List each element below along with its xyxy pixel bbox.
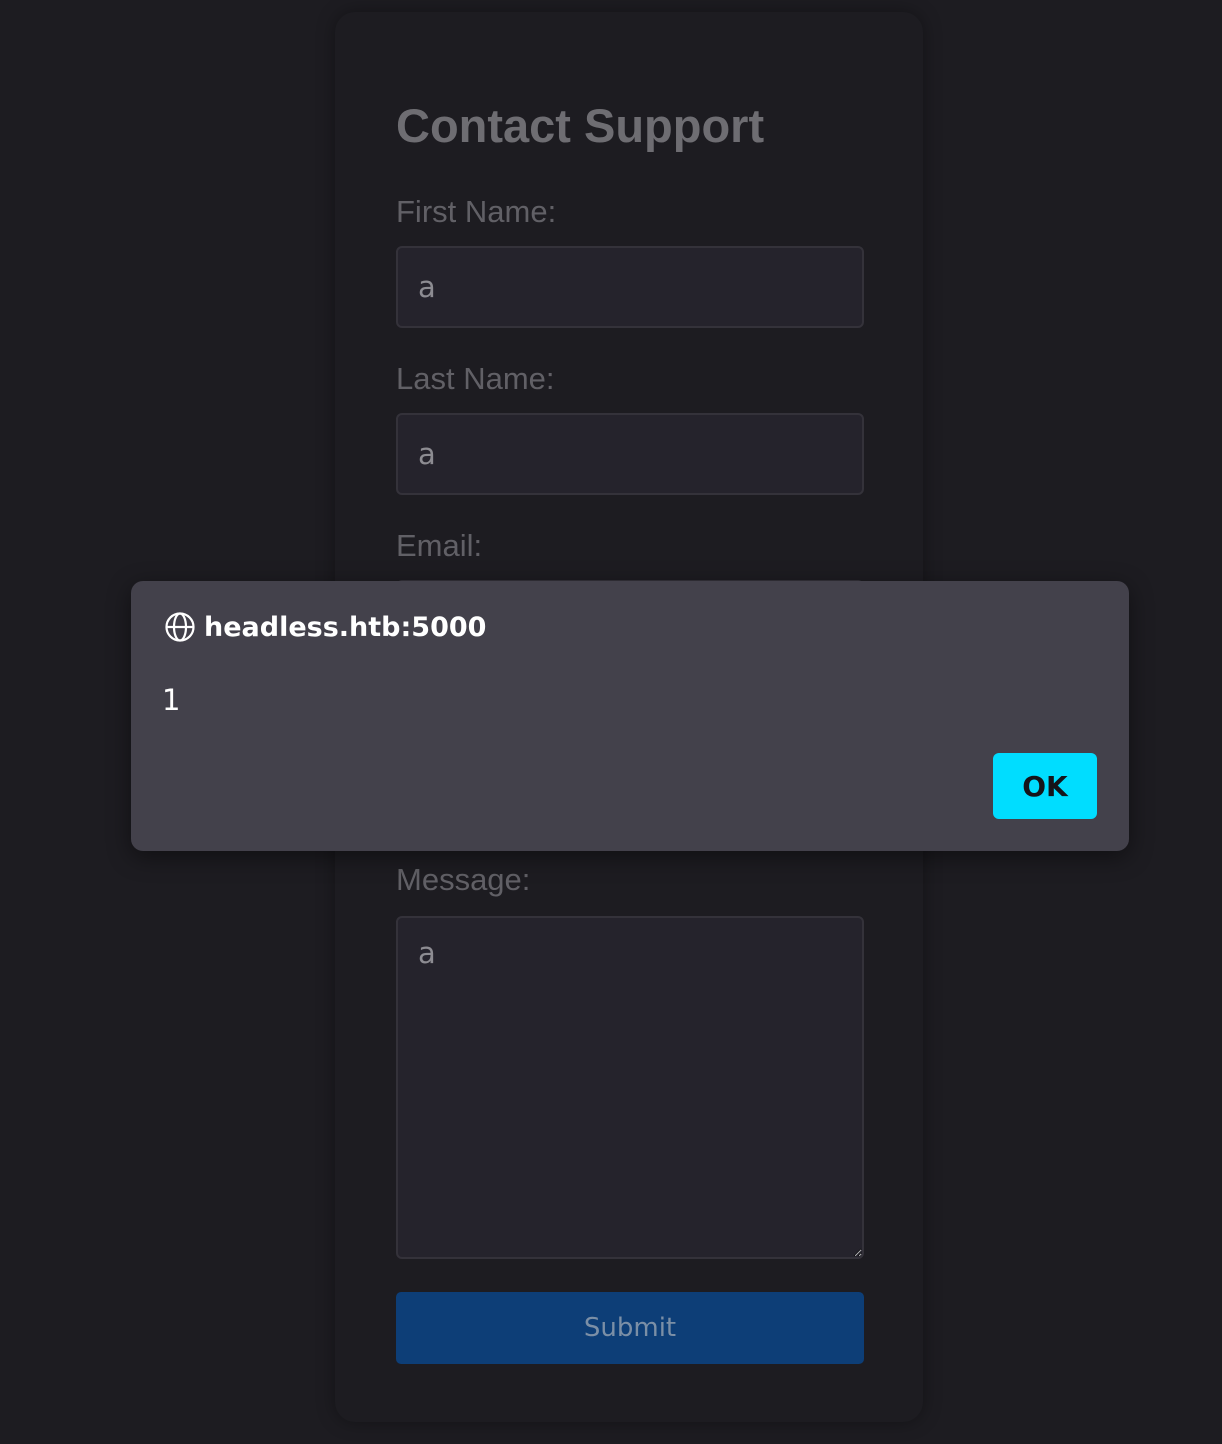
alert-origin: headless.htb:5000	[204, 611, 487, 643]
page-title: Contact Support	[396, 99, 765, 152]
page: Contact Support First Name: Last Name: E…	[0, 0, 1222, 1444]
message-label: Message:	[396, 862, 531, 897]
ok-button[interactable]: OK	[993, 753, 1097, 819]
last-name-input[interactable]	[396, 413, 864, 495]
alert-dialog: headless.htb:5000 1 OK	[131, 581, 1129, 851]
alert-header: headless.htb:5000	[164, 611, 486, 643]
alert-message: 1	[162, 683, 181, 717]
first-name-input[interactable]	[396, 246, 864, 328]
message-textarea[interactable]: a	[396, 916, 864, 1259]
last-name-label: Last Name:	[396, 361, 555, 396]
first-name-label: First Name:	[396, 194, 557, 229]
submit-button[interactable]: Submit	[396, 1292, 864, 1364]
globe-icon	[165, 612, 195, 642]
email-label: Email:	[396, 528, 483, 563]
